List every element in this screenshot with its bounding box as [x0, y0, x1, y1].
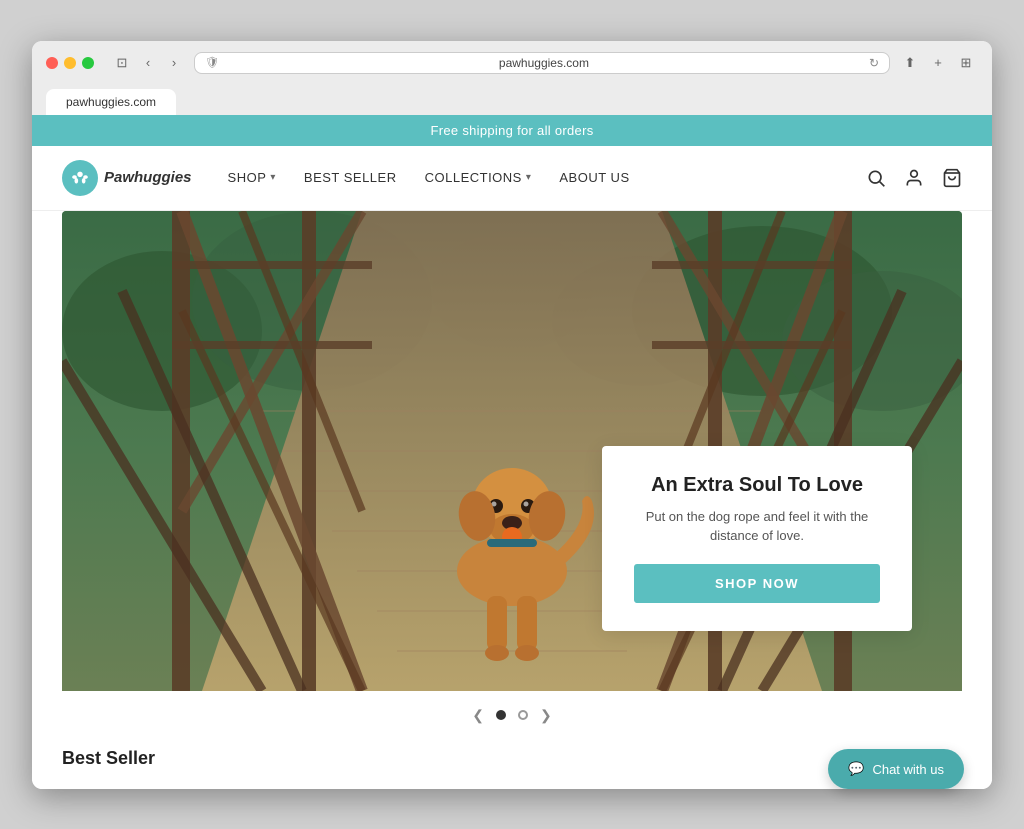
sidebar-toggle-button[interactable]: ⊡ — [110, 51, 134, 75]
nav-shop[interactable]: SHOP ▾ — [228, 170, 276, 185]
url-bar[interactable]: 🛡 pawhuggies.com ↻ — [194, 52, 890, 74]
new-tab-button[interactable]: + — [926, 51, 950, 75]
shield-icon: 🛡 — [205, 56, 219, 69]
share-button[interactable]: ⬆ — [898, 51, 922, 75]
chat-icon: 💬 — [848, 761, 864, 777]
cart-button[interactable] — [942, 168, 962, 188]
hero-card-title: An Extra Soul To Love — [634, 474, 880, 497]
slider-prev-button[interactable]: ❮ — [472, 707, 484, 724]
logo-text: Pawhuggies — [104, 169, 192, 186]
nav-links: SHOP ▾ BEST SELLER COLLECTIONS ▾ ABOUT U… — [228, 170, 866, 185]
logo-icon — [62, 160, 98, 196]
nav-best-seller[interactable]: BEST SELLER — [304, 170, 397, 185]
chat-widget[interactable]: 💬 Chat with us — [828, 749, 964, 789]
nav-collections[interactable]: COLLECTIONS ▾ — [425, 170, 532, 185]
account-button[interactable] — [904, 168, 924, 188]
search-icon — [866, 168, 886, 188]
active-tab[interactable]: pawhuggies.com — [46, 89, 176, 115]
page-content: Free shipping for all orders Pawhuggies — [32, 115, 992, 789]
nav-icons — [866, 168, 962, 188]
announcement-text: Free shipping for all orders — [430, 123, 593, 138]
nav-about-us[interactable]: ABOUT US — [559, 170, 629, 185]
hero-image: An Extra Soul To Love Put on the dog rop… — [62, 211, 962, 691]
browser-toolbar-right: ⬆ + ⊞ — [898, 51, 978, 75]
grid-button[interactable]: ⊞ — [954, 51, 978, 75]
browser-tabs: pawhuggies.com — [46, 89, 978, 115]
chat-label: Chat with us — [872, 762, 944, 777]
url-text: pawhuggies.com — [225, 56, 863, 70]
forward-button[interactable]: › — [162, 51, 186, 75]
hero-card: An Extra Soul To Love Put on the dog rop… — [602, 446, 912, 631]
shop-now-button[interactable]: SHOP NOW — [634, 564, 880, 603]
slider-next-button[interactable]: ❯ — [540, 707, 552, 724]
browser-nav-buttons: ⊡ ‹ › — [110, 51, 186, 75]
collections-dropdown-arrow: ▾ — [526, 172, 532, 183]
best-seller-title: Best Seller — [62, 748, 962, 769]
minimize-button[interactable] — [64, 57, 76, 69]
slider-dot-1[interactable] — [496, 710, 506, 720]
hero-section: An Extra Soul To Love Put on the dog rop… — [62, 211, 962, 732]
announcement-bar: Free shipping for all orders — [32, 115, 992, 146]
slider-controls: ❮ ❯ — [62, 691, 962, 732]
hero-card-subtitle: Put on the dog rope and feel it with the… — [634, 507, 880, 546]
maximize-button[interactable] — [82, 57, 94, 69]
search-button[interactable] — [866, 168, 886, 188]
account-icon — [904, 168, 924, 188]
back-button[interactable]: ‹ — [136, 51, 160, 75]
slider-dot-2[interactable] — [518, 710, 528, 720]
browser-chrome: ⊡ ‹ › 🛡 pawhuggies.com ↻ ⬆ + ⊞ pawhuggie… — [32, 41, 992, 115]
navbar: Pawhuggies SHOP ▾ BEST SELLER COLLECTION… — [32, 146, 992, 211]
traffic-lights — [46, 57, 94, 69]
cart-icon — [942, 168, 962, 188]
refresh-icon[interactable]: ↻ — [869, 56, 879, 70]
browser-window: ⊡ ‹ › 🛡 pawhuggies.com ↻ ⬆ + ⊞ pawhuggie… — [32, 41, 992, 789]
logo-link[interactable]: Pawhuggies — [62, 160, 192, 196]
browser-titlebar: ⊡ ‹ › 🛡 pawhuggies.com ↻ ⬆ + ⊞ — [46, 51, 978, 75]
close-button[interactable] — [46, 57, 58, 69]
shop-dropdown-arrow: ▾ — [270, 172, 276, 183]
